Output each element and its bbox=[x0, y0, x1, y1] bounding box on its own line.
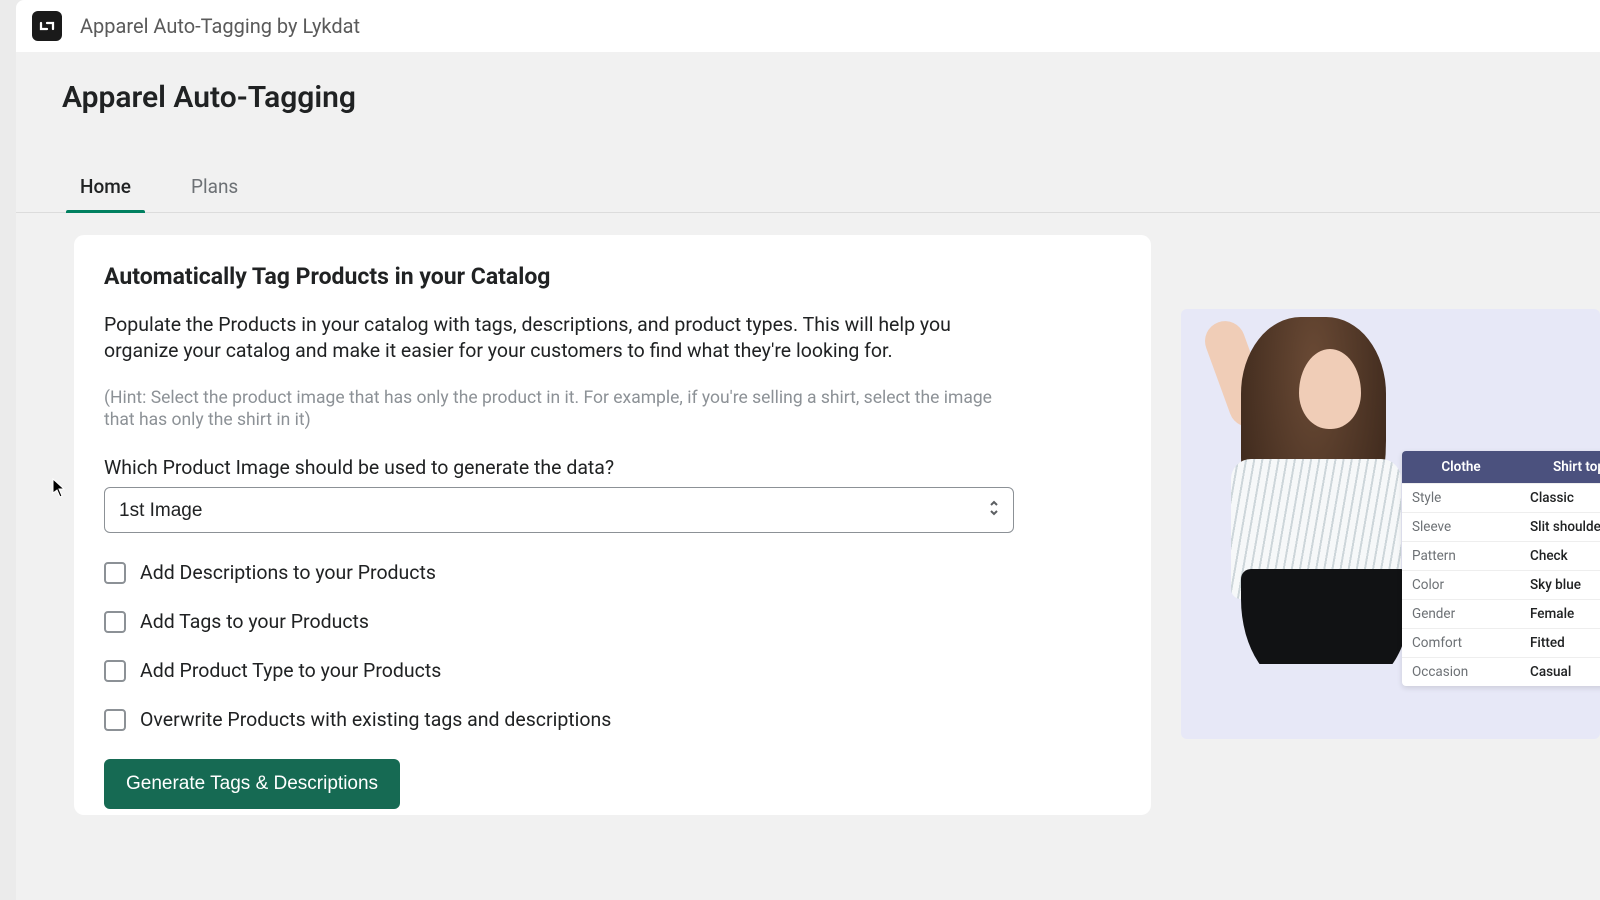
tag-value: Slit shoulder bbox=[1520, 513, 1600, 541]
tag-key: Style bbox=[1402, 484, 1520, 512]
app-topbar: Apparel Auto-Tagging by Lykdat bbox=[16, 0, 1600, 52]
checkbox-overwrite[interactable] bbox=[104, 709, 126, 731]
checkbox-add-tags-label[interactable]: Add Tags to your Products bbox=[140, 610, 369, 633]
card-hint: (Hint: Select the product image that has… bbox=[104, 387, 1004, 433]
tag-value: Female bbox=[1520, 600, 1600, 628]
checkbox-add-product-type[interactable] bbox=[104, 660, 126, 682]
checkbox-add-product-type-label[interactable]: Add Product Type to your Products bbox=[140, 659, 441, 682]
example-panel: Clothe Shirt top StyleClassic SleeveSlit… bbox=[1181, 309, 1600, 739]
card-description: Populate the Products in your catalog wi… bbox=[104, 312, 1004, 365]
example-tags-card: Clothe Shirt top StyleClassic SleeveSlit… bbox=[1402, 451, 1600, 686]
generate-button[interactable]: Generate Tags & Descriptions bbox=[104, 759, 400, 809]
tag-key: Pattern bbox=[1402, 542, 1520, 570]
tag-key: Gender bbox=[1402, 600, 1520, 628]
tag-value: Fitted bbox=[1520, 629, 1600, 657]
checkbox-add-descriptions-label[interactable]: Add Descriptions to your Products bbox=[140, 561, 436, 584]
example-tags-header-right: Shirt top bbox=[1520, 451, 1600, 483]
tag-key: Sleeve bbox=[1402, 513, 1520, 541]
image-select[interactable]: 1st Image bbox=[104, 487, 1014, 533]
app-logo-icon bbox=[32, 11, 62, 41]
tag-key: Color bbox=[1402, 571, 1520, 599]
tabs: Home Plans bbox=[16, 161, 1600, 213]
tag-key: Comfort bbox=[1402, 629, 1520, 657]
card-heading: Automatically Tag Products in your Catal… bbox=[104, 263, 1121, 290]
tag-value: Check bbox=[1520, 542, 1600, 570]
app-name: Apparel Auto-Tagging by Lykdat bbox=[80, 14, 360, 38]
tag-value: Classic bbox=[1520, 484, 1600, 512]
page-title: Apparel Auto-Tagging bbox=[16, 80, 1600, 115]
checkbox-overwrite-label[interactable]: Overwrite Products with existing tags an… bbox=[140, 708, 611, 731]
tag-value: Casual bbox=[1520, 658, 1600, 686]
checkbox-add-descriptions[interactable] bbox=[104, 562, 126, 584]
image-select-label: Which Product Image should be used to ge… bbox=[104, 456, 1121, 479]
example-tags-header-left: Clothe bbox=[1402, 451, 1520, 483]
main-card: Automatically Tag Products in your Catal… bbox=[74, 235, 1151, 815]
tag-value: Sky blue bbox=[1520, 571, 1600, 599]
tab-plans[interactable]: Plans bbox=[161, 161, 268, 212]
tab-home[interactable]: Home bbox=[50, 161, 161, 212]
tag-key: Occasion bbox=[1402, 658, 1520, 686]
checkbox-add-tags[interactable] bbox=[104, 611, 126, 633]
